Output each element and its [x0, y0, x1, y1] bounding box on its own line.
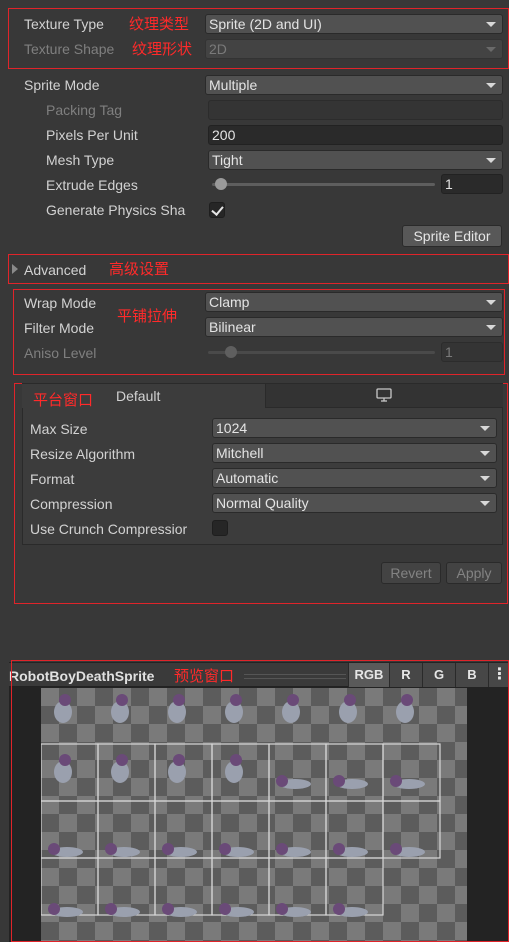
texture-type-value: Sprite (2D and UI) — [209, 16, 322, 32]
pixels-per-unit-label: Pixels Per Unit — [46, 127, 138, 143]
sprite-mode-label: Sprite Mode — [24, 77, 100, 93]
chevron-down-icon — [486, 22, 496, 27]
texture-type-label: Texture Type — [24, 16, 104, 32]
max-size-dropdown[interactable]: 1024 — [212, 418, 497, 438]
texture-type-annotation: 纹理类型 — [129, 15, 190, 33]
sprite-mode-value: Multiple — [209, 77, 258, 93]
sprite-editor-button[interactable]: Sprite Editor — [402, 225, 502, 247]
chevron-down-icon — [486, 325, 496, 330]
resize-algorithm-value: Mitchell — [216, 445, 264, 461]
chevron-down-icon — [480, 501, 490, 506]
advanced-foldout-label[interactable]: Advanced — [24, 261, 86, 279]
compression-label: Compression — [30, 496, 113, 512]
max-size-label: Max Size — [30, 421, 88, 437]
revert-button[interactable]: Revert — [381, 562, 441, 584]
wrap-mode-label: Wrap Mode — [24, 295, 97, 311]
pixels-per-unit-field[interactable]: 200 — [208, 125, 503, 145]
filter-mode-dropdown[interactable]: Bilinear — [205, 317, 503, 337]
texture-type-dropdown[interactable]: Sprite (2D and UI) — [205, 14, 503, 34]
mesh-type-dropdown[interactable]: Tight — [208, 150, 503, 170]
packing-tag-field — [208, 100, 503, 120]
use-crunch-label: Use Crunch Compressior — [30, 521, 188, 537]
chevron-down-icon — [486, 300, 496, 305]
sprite-mode-dropdown[interactable]: Multiple — [205, 75, 503, 95]
extrude-edges-slider[interactable] — [212, 183, 435, 186]
wrap-mode-value: Clamp — [209, 294, 250, 310]
use-crunch-checkbox[interactable] — [212, 520, 228, 536]
extrude-edges-slider-handle[interactable] — [214, 178, 227, 190]
generate-physics-checkbox[interactable] — [209, 202, 225, 218]
chevron-down-icon — [486, 47, 496, 52]
wrap-annotation: 平铺拉伸 — [117, 307, 178, 325]
texture-shape-label: Texture Shape — [24, 41, 115, 57]
monitor-icon — [376, 388, 392, 402]
chevron-down-icon — [486, 158, 496, 163]
resize-algorithm-dropdown[interactable]: Mitchell — [212, 443, 497, 463]
aniso-level-slider — [208, 351, 435, 354]
mesh-type-label: Mesh Type — [46, 152, 115, 168]
format-value: Automatic — [216, 470, 279, 486]
advanced-annotation: 高级设置 — [109, 260, 170, 278]
texture-shape-value: 2D — [209, 41, 227, 57]
foldout-arrow-icon[interactable] — [12, 264, 18, 274]
filter-mode-label: Filter Mode — [24, 320, 95, 336]
filter-mode-value: Bilinear — [209, 319, 256, 335]
compression-value: Normal Quality — [216, 495, 309, 511]
texture-shape-annotation: 纹理形状 — [132, 40, 193, 58]
resize-algorithm-label: Resize Algorithm — [30, 446, 136, 462]
texture-shape-dropdown: 2D — [205, 39, 503, 59]
wrap-mode-dropdown[interactable]: Clamp — [205, 292, 503, 312]
checkmark-icon — [211, 203, 224, 216]
chevron-down-icon — [480, 476, 490, 481]
generate-physics-label: Generate Physics Sha — [46, 202, 186, 218]
packing-tag-label: Packing Tag — [46, 102, 123, 118]
chevron-down-icon — [486, 83, 496, 88]
extrude-edges-field[interactable]: 1 — [441, 174, 503, 194]
format-label: Format — [30, 471, 75, 487]
chevron-down-icon — [480, 426, 490, 431]
tab-standalone[interactable] — [265, 384, 503, 408]
chevron-down-icon — [480, 451, 490, 456]
aniso-level-label: Aniso Level — [24, 345, 97, 361]
aniso-level-field: 1 — [441, 342, 503, 362]
format-dropdown[interactable]: Automatic — [212, 468, 497, 488]
tab-default-label: Default — [116, 388, 161, 404]
extrude-edges-label: Extrude Edges — [46, 177, 138, 193]
apply-button[interactable]: Apply — [446, 562, 502, 584]
annotation-box-preview — [11, 660, 509, 942]
mesh-type-value: Tight — [212, 152, 243, 168]
max-size-value: 1024 — [216, 420, 248, 436]
aniso-level-slider-handle — [224, 346, 237, 358]
platform-annotation: 平台窗口 — [33, 391, 94, 409]
compression-dropdown[interactable]: Normal Quality — [212, 493, 497, 513]
